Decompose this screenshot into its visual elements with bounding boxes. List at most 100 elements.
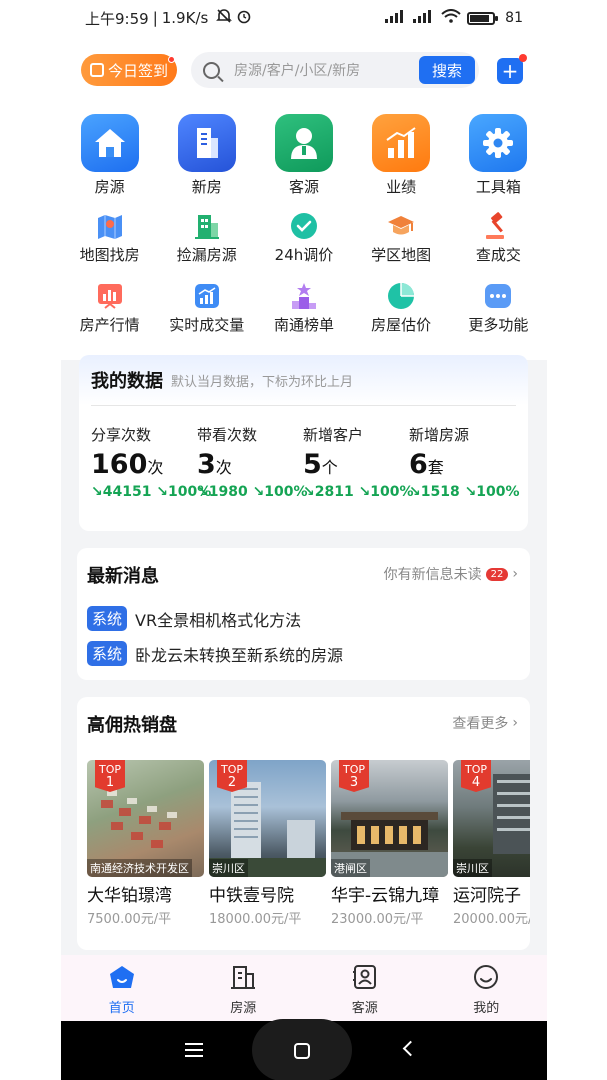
signal-icon	[385, 9, 407, 27]
search-input[interactable]: 房源/客户/小区/新房	[234, 60, 419, 80]
tab-mine[interactable]: 我的	[426, 955, 548, 1021]
message-text: 卧龙云未转换至新系统的房源	[135, 645, 344, 665]
unread-text: 你有新信息未读	[383, 567, 482, 583]
feature-toolbox[interactable]: 工具箱	[450, 114, 547, 197]
stat-change: ↘1980 ↘100%	[197, 484, 308, 500]
hot-sale-title: 高佣热销盘	[87, 715, 177, 736]
feature-label: 查成交	[475, 246, 521, 264]
property-card[interactable]: TOP 3 港闸区 华宇-云锦九璋 23000.00元/平	[331, 760, 448, 927]
my-data-card[interactable]: 我的数据 默认当月数据，下标为环比上月 分享次数 160次 ↘44151 ↘10…	[79, 355, 528, 531]
mute-icon	[216, 8, 233, 28]
rank-number: 2	[227, 775, 237, 790]
property-image: TOP 2 崇川区	[209, 760, 326, 877]
feature-more[interactable]: 更多功能	[450, 281, 547, 335]
stat-share-count[interactable]: 分享次数 160次 ↘44151 ↘100%	[91, 424, 211, 500]
feature-customer-source[interactable]: 客源	[255, 114, 352, 197]
alarm-icon	[236, 8, 252, 28]
stat-new-listings[interactable]: 新增房源 6套 ↘1518 ↘100%	[409, 424, 520, 500]
clock-icon	[289, 211, 319, 241]
back-icon[interactable]	[402, 1040, 419, 1057]
add-button[interactable]: +	[497, 54, 527, 84]
property-name: 中铁壹号院	[209, 886, 294, 906]
checkin-label: 今日签到	[107, 61, 168, 80]
feature-label: 捡漏房源	[176, 246, 237, 264]
tab-label: 首页	[108, 1001, 135, 1016]
pie-chart-icon	[386, 281, 416, 311]
gear-icon	[469, 114, 528, 172]
feature-school-map[interactable]: 学区地图	[353, 211, 450, 265]
view-more-label: 查看更多	[452, 716, 509, 732]
property-carousel[interactable]: TOP 1 南通经济技术开发区 大华铂璟湾 7500.00元/平 TOP 2 崇川区…	[87, 760, 530, 927]
stat-value: 3次	[197, 449, 303, 480]
building-icon	[177, 114, 236, 172]
tab-home[interactable]: 首页	[61, 955, 183, 1021]
stat-change: ↘2811 ↘100%	[303, 484, 414, 500]
tab-label: 客源	[351, 1001, 378, 1016]
search-bar[interactable]: 房源/客户/小区/新房 搜索	[191, 52, 479, 88]
podium-icon	[289, 281, 319, 311]
tab-house-source[interactable]: 房源	[183, 955, 305, 1021]
unread-badge: 22	[485, 567, 509, 581]
stat-new-customers[interactable]: 新增客户 5个 ↘2811 ↘100%	[303, 424, 414, 500]
property-area: 港闸区	[331, 859, 370, 877]
feature-price-adjust[interactable]: 24h调价	[255, 211, 352, 265]
rank-number: 3	[349, 775, 359, 790]
feature-label: 新房	[191, 178, 222, 196]
stat-value: 6套	[409, 449, 515, 480]
menu-icon[interactable]	[185, 1043, 203, 1057]
feature-label: 房屋估价	[371, 316, 432, 334]
property-card[interactable]: TOP4 崇川区 运河院子 20000.00元/平	[453, 760, 530, 927]
stat-number: 6	[409, 449, 428, 480]
feature-label: 更多功能	[468, 316, 529, 334]
message-item[interactable]: 系统 卧龙云未转换至新系统的房源	[87, 641, 343, 666]
property-card[interactable]: TOP 2 崇川区 中铁壹号院 18000.00元/平	[209, 760, 326, 927]
volume-chart-icon	[192, 281, 222, 311]
property-name: 运河院子	[453, 886, 521, 906]
notification-dot	[168, 56, 175, 63]
wifi-icon	[441, 9, 461, 27]
stat-label: 分享次数	[91, 426, 152, 444]
view-more-link[interactable]: 查看更多 ›	[452, 713, 518, 733]
message-item[interactable]: 系统 VR全景相机格式化方法	[87, 606, 301, 631]
status-time: 上午9:59	[85, 9, 149, 28]
feature-market-trend[interactable]: 房产行情	[61, 281, 158, 335]
property-card[interactable]: TOP 1 南通经济技术开发区 大华铂璟湾 7500.00元/平	[87, 760, 204, 927]
checkin-button[interactable]: 今日签到	[81, 54, 177, 86]
feature-deal-query[interactable]: 查成交	[450, 211, 547, 265]
rank-number: 4	[471, 775, 481, 790]
stat-viewing-count[interactable]: 带看次数 3次 ↘1980 ↘100%	[197, 424, 308, 500]
battery-icon	[467, 11, 499, 25]
feature-bargain-house[interactable]: 捡漏房源	[158, 211, 255, 265]
feature-realtime-volume[interactable]: 实时成交量	[158, 281, 255, 335]
contact-card-icon	[351, 964, 379, 994]
feature-nantong-ranking[interactable]: 南通榜单	[255, 281, 352, 335]
property-area: 南通经济技术开发区	[87, 859, 192, 877]
home-square-icon[interactable]	[294, 1043, 310, 1059]
messages-title: 最新消息	[87, 566, 159, 587]
chevron-right-icon: ›	[512, 715, 518, 731]
stat-value: 160次	[91, 449, 197, 480]
stat-unit: 次	[147, 458, 164, 477]
property-area: 崇川区	[209, 859, 248, 877]
bottom-tab-bar: 首页 房源 客源 我的	[61, 955, 547, 1021]
feature-map-search[interactable]: 地图找房	[61, 211, 158, 265]
feature-house-valuation[interactable]: 房屋估价	[353, 281, 450, 335]
my-data-header: 我的数据 默认当月数据，下标为环比上月	[79, 355, 528, 405]
feature-label: 地图找房	[79, 246, 140, 264]
phone-screen: 上午9:59 | 1.9K/s 81 今日签到 房源/客户/小区/新房 搜索 +…	[61, 0, 547, 1080]
tab-customer-source[interactable]: 客源	[304, 955, 426, 1021]
feature-label: 24h调价	[274, 246, 334, 264]
search-button[interactable]: 搜索	[419, 56, 475, 84]
hot-sale-card: 高佣热销盘 查看更多 › TOP 1 南通经济技术开发区 大华铂璟湾 7500.0…	[77, 697, 530, 950]
feature-label: 实时成交量	[169, 316, 245, 334]
feature-new-house[interactable]: 新房	[158, 114, 255, 197]
secondary-feature-row-2: 房产行情 实时成交量 南通榜单 房屋估价 更多功能	[61, 281, 547, 335]
person-icon	[274, 114, 333, 172]
stat-number: 160	[91, 449, 148, 480]
building-outline-icon	[229, 964, 257, 994]
feature-house-source[interactable]: 房源	[61, 114, 158, 197]
stats-row: 分享次数 160次 ↘44151 ↘100% 带看次数 3次 ↘1980 ↘10…	[79, 406, 528, 500]
rank-number: 1	[105, 775, 115, 790]
feature-performance[interactable]: 业绩	[353, 114, 450, 197]
unread-messages-link[interactable]: 你有新信息未读 22 ›	[384, 564, 518, 584]
